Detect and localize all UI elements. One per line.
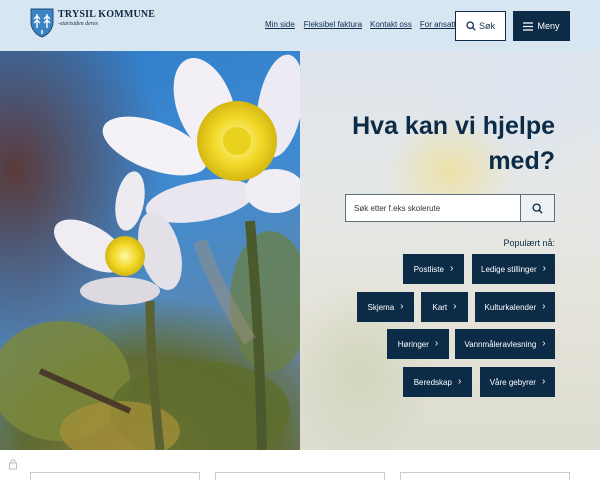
hero-search-input[interactable]: [346, 195, 520, 221]
content-card[interactable]: [400, 472, 570, 480]
chevron-right-icon: ›: [457, 376, 462, 387]
chevron-right-icon: ›: [542, 301, 546, 312]
header-search-button[interactable]: Søk: [455, 11, 506, 41]
coat-of-arms-icon: [30, 8, 54, 38]
chip-label: Kulturkalender: [484, 302, 537, 312]
header-search-label: Søk: [478, 21, 495, 31]
brand-tagline: -startsiden deres: [58, 21, 98, 27]
content-area: [0, 450, 600, 480]
popular-link-kart[interactable]: Kart ›: [421, 292, 468, 322]
chevron-right-icon: ›: [542, 338, 546, 349]
chevron-right-icon: ›: [542, 263, 546, 274]
brand-name: TRYSIL KOMMUNE: [58, 9, 156, 20]
content-card[interactable]: [30, 472, 200, 480]
popular-link-horinger[interactable]: Høringer ›: [387, 329, 449, 359]
chevron-right-icon: ›: [453, 301, 457, 312]
hero-search-form: [345, 194, 555, 222]
chip-label: Vannmåleravlesning: [464, 339, 537, 349]
chip-label: Postliste: [413, 264, 444, 274]
nav-link-min-side[interactable]: Min side: [265, 20, 295, 29]
site-header: TRYSIL KOMMUNE -startsiden deres Min sid…: [0, 0, 600, 51]
popular-link-vare-gebyrer[interactable]: Våre gebyrer ›: [480, 367, 555, 397]
chip-label: Våre gebyrer: [489, 377, 536, 387]
hero-section: Hva kan vi hjelpe med? Populært nå: Post…: [0, 51, 600, 450]
nav-link-fleksibel-faktura[interactable]: Fleksibel faktura: [304, 20, 362, 29]
site-logo[interactable]: TRYSIL KOMMUNE -startsiden deres: [30, 8, 155, 38]
hamburger-icon: [523, 21, 534, 31]
lock-icon: [9, 459, 17, 470]
hero-title: Hva kan vi hjelpe med?: [352, 112, 555, 175]
top-navigation: Min side Fleksibel faktura Kontakt oss F…: [265, 20, 468, 29]
header-menu-label: Meny: [537, 21, 560, 31]
chevron-right-icon: ›: [434, 338, 439, 349]
popular-link-skjema[interactable]: Skjema ›: [357, 292, 414, 322]
popular-link-ledige-stillinger[interactable]: Ledige stillinger ›: [472, 254, 555, 284]
popular-link-postliste[interactable]: Postliste ›: [403, 254, 464, 284]
chevron-right-icon: ›: [449, 263, 454, 274]
popular-link-beredskap[interactable]: Beredskap ›: [403, 367, 472, 397]
chip-label: Kart: [432, 302, 448, 312]
popular-label: Populært nå:: [503, 238, 555, 248]
hero-search-submit-button[interactable]: [520, 195, 554, 221]
search-icon: [532, 202, 543, 214]
chevron-right-icon: ›: [400, 301, 404, 312]
hero-flower-photo: [0, 51, 300, 450]
header-menu-button[interactable]: Meny: [513, 11, 570, 41]
chip-label: Høringer: [397, 339, 429, 349]
chip-label: Beredskap: [413, 377, 452, 387]
nav-link-kontakt-oss[interactable]: Kontakt oss: [370, 20, 412, 29]
content-card[interactable]: [215, 472, 385, 480]
popular-link-vannmaleravlesning[interactable]: Vannmåleravlesning ›: [455, 329, 555, 359]
search-icon: [466, 21, 476, 31]
popular-link-kulturkalender[interactable]: Kulturkalender ›: [475, 292, 555, 322]
chip-label: Ledige stillinger: [481, 264, 537, 274]
chip-label: Skjema: [367, 302, 395, 312]
chevron-right-icon: ›: [541, 376, 546, 387]
